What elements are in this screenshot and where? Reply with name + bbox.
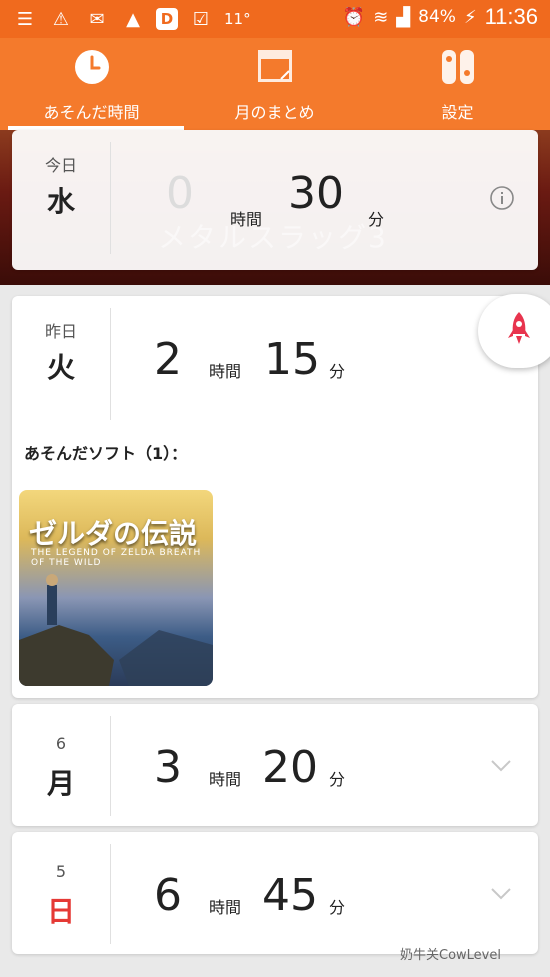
wifi-icon: ≋ [373, 6, 389, 28]
day-card-monday[interactable]: 6 月 3 時間 20 分 [12, 704, 538, 826]
hours-value: 0 [166, 168, 194, 219]
rocket-fab-button[interactable] [478, 294, 550, 368]
minutes-value: 30 [288, 168, 344, 219]
status-bar: ☰ ⚠ ✉ ▲ D ☑ 11° ⏰ ≋ ▟ 84% ⚡ 11:36 [0, 0, 550, 38]
chevron-down-icon[interactable] [490, 886, 512, 905]
signal-icon: ▟ [396, 6, 411, 28]
divider [110, 716, 111, 816]
played-software-label: あそんだソフト（1）： [24, 444, 188, 463]
tab-played-time[interactable]: あそんだ時間 [0, 38, 183, 130]
hours-unit: 時間 [209, 770, 242, 789]
hours-value: 3 [154, 742, 182, 793]
tab-label: 設定 [441, 103, 474, 122]
rocket-icon: ▲ [126, 8, 140, 30]
day-label: 昨日 [44, 322, 77, 341]
hours-value: 6 [154, 870, 182, 921]
minutes-value: 20 [262, 742, 318, 793]
watermark: 奶牛关CowLevel [400, 948, 501, 963]
divider [110, 142, 111, 254]
hours-unit: 時間 [209, 898, 242, 917]
tab-monthly-summary[interactable]: 月のまとめ [183, 38, 366, 130]
game-thumbnail[interactable]: ゼルダの伝説 THE LEGEND OF ZELDA BREATH OF THE… [19, 490, 213, 686]
minutes-value: 45 [262, 870, 318, 921]
minutes-unit: 分 [329, 770, 346, 789]
briefcase-icon: ☑ [192, 8, 210, 30]
mail-icon: ✉ [89, 8, 105, 30]
weekday: 水 [46, 185, 75, 218]
day-number: 5 [55, 862, 67, 881]
day-label: 今日 [44, 156, 77, 175]
tab-bar: あそんだ時間 月のまとめ 設定 [0, 38, 550, 130]
banner-game-title: メタルスラッグ3 [158, 221, 388, 254]
weekday: 火 [46, 351, 75, 384]
battery-charging-icon: ⚡ [463, 6, 477, 28]
clock-icon [74, 49, 110, 89]
minutes-value: 15 [264, 334, 320, 385]
tab-label: あそんだ時間 [43, 103, 140, 122]
alarm-icon: ⏰ [342, 6, 366, 28]
weekday: 月 [46, 767, 75, 800]
chevron-down-icon[interactable] [490, 758, 512, 777]
battery-level: 84% [418, 7, 456, 27]
clock-time: 11:36 [484, 4, 538, 29]
rocket-icon [508, 312, 530, 344]
divider [110, 844, 111, 944]
temperature: 11° [224, 10, 251, 28]
hours-unit: 時間 [209, 362, 242, 381]
menu-icon: ☰ [16, 8, 34, 30]
game-artwork [19, 574, 213, 686]
day-number: 6 [55, 734, 67, 753]
weekday: 日 [46, 895, 75, 928]
warning-icon: ⚠ [52, 8, 70, 30]
minutes-unit: 分 [329, 898, 346, 917]
d-app-icon: D [156, 8, 178, 30]
tab-settings[interactable]: 設定 [366, 38, 549, 130]
calendar-icon [257, 49, 293, 87]
tab-label: 月のまとめ [234, 103, 315, 122]
minutes-unit: 分 [329, 362, 346, 381]
switch-icon [441, 49, 475, 89]
divider [110, 308, 111, 420]
hours-value: 2 [154, 334, 182, 385]
day-card-sunday[interactable]: 5 日 6 時間 45 分 [12, 832, 538, 954]
info-icon[interactable] [490, 186, 514, 214]
